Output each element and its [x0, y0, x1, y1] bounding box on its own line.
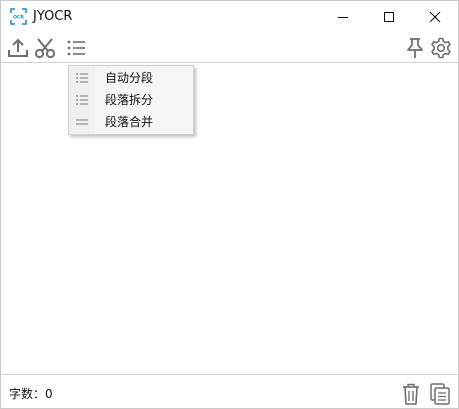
- window-title: JYOCR: [33, 9, 73, 24]
- merge-lines-icon: [76, 119, 88, 125]
- menu-item-paragraph-merge[interactable]: 段落合并: [69, 111, 193, 133]
- menu-item-auto-paragraph[interactable]: 自动分段: [69, 67, 193, 89]
- pin-icon: [407, 38, 423, 58]
- maximize-button[interactable]: [366, 1, 412, 32]
- status-divider: [1, 374, 458, 375]
- word-count-value: 0: [45, 387, 53, 401]
- screenshot-button[interactable]: [33, 36, 57, 60]
- paragraph-menu-button[interactable]: [64, 36, 88, 60]
- minimize-icon: [338, 16, 348, 18]
- copy-icon: [430, 383, 450, 405]
- app-window: OCR JYOCR 自动分段 段落拆分 段落合并 字数：0: [0, 0, 459, 409]
- settings-button[interactable]: [429, 36, 453, 60]
- scissors-icon: [34, 38, 56, 59]
- title-bar[interactable]: OCR JYOCR: [1, 1, 458, 32]
- pin-button[interactable]: [403, 36, 427, 60]
- gear-icon: [431, 37, 451, 59]
- trash-icon: [403, 383, 419, 405]
- close-button[interactable]: [412, 1, 458, 32]
- maximize-icon: [384, 11, 394, 22]
- app-logo-icon: OCR: [10, 8, 27, 25]
- copy-button[interactable]: [428, 381, 452, 407]
- list-icon: [76, 73, 88, 83]
- word-count-label: 字数：: [9, 387, 46, 401]
- menu-item-label: 自动分段: [105, 71, 154, 85]
- upload-button[interactable]: [6, 36, 30, 60]
- menu-item-paragraph-split[interactable]: 段落拆分: [69, 89, 193, 111]
- upload-icon: [8, 38, 28, 57]
- list-icon: [76, 95, 88, 105]
- toolbar: [1, 33, 458, 61]
- svg-text:OCR: OCR: [13, 14, 24, 20]
- close-icon: [429, 11, 441, 22]
- word-count: 字数：0: [9, 386, 53, 402]
- menu-item-label: 段落拆分: [105, 93, 154, 107]
- minimize-button[interactable]: [320, 1, 366, 32]
- list-icon: [67, 40, 85, 56]
- paragraph-menu: 自动分段 段落拆分 段落合并: [68, 65, 194, 135]
- menu-item-label: 段落合并: [105, 115, 154, 129]
- clear-button[interactable]: [399, 381, 423, 407]
